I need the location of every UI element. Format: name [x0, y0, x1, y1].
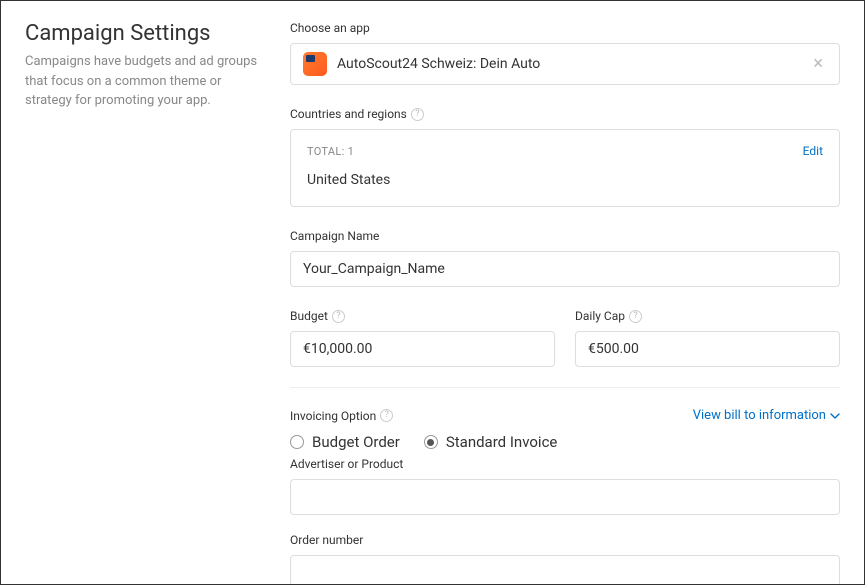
app-name: AutoScout24 Schweiz: Dein Auto [337, 56, 799, 72]
chevron-down-icon [830, 413, 840, 419]
view-bill-text: View bill to information [693, 408, 826, 423]
budget-label-text: Budget [290, 309, 328, 323]
countries-header: TOTAL: 1 Edit [307, 144, 823, 158]
countries-box: TOTAL: 1 Edit United States [290, 129, 840, 207]
invoicing-label: Invoicing Option ? [290, 409, 393, 423]
divider [290, 387, 840, 388]
radio-icon [424, 435, 438, 449]
countries-total: TOTAL: 1 [307, 145, 354, 158]
app-selector[interactable]: AutoScout24 Schweiz: Dein Auto × [290, 43, 840, 85]
edit-countries-link[interactable]: Edit [803, 144, 823, 158]
page-title: Campaign Settings [25, 21, 270, 46]
order-number-label: Order number [290, 533, 840, 547]
radio-icon [290, 435, 304, 449]
choose-app-label-text: Choose an app [290, 21, 370, 35]
help-icon[interactable]: ? [411, 108, 424, 121]
daily-cap-label-text: Daily Cap [575, 309, 625, 323]
app-icon [303, 52, 327, 76]
choose-app-label: Choose an app [290, 21, 840, 35]
order-number-block: Order number [290, 533, 840, 585]
order-number-input[interactable] [290, 555, 840, 585]
countries-label-text: Countries and regions [290, 107, 407, 121]
standard-invoice-radio[interactable]: Standard Invoice [424, 433, 558, 451]
invoicing-header: Invoicing Option ? View bill to informat… [290, 408, 840, 423]
campaign-name-label-text: Campaign Name [290, 229, 379, 243]
countries-label: Countries and regions ? [290, 107, 840, 121]
budget-order-radio[interactable]: Budget Order [290, 433, 400, 451]
help-icon[interactable]: ? [380, 409, 393, 422]
campaign-name-label: Campaign Name [290, 229, 840, 243]
budget-order-label: Budget Order [312, 433, 400, 451]
clear-app-icon[interactable]: × [809, 55, 827, 73]
budget-col: Budget ? [290, 309, 555, 367]
standard-invoice-label: Standard Invoice [446, 433, 558, 451]
right-column: Choose an app AutoScout24 Schweiz: Dein … [290, 21, 840, 564]
view-bill-link[interactable]: View bill to information [693, 408, 840, 423]
country-value: United States [307, 172, 823, 188]
campaign-name-block: Campaign Name [290, 229, 840, 287]
invoicing-label-text: Invoicing Option [290, 409, 376, 423]
advertiser-input[interactable] [290, 479, 840, 515]
help-icon[interactable]: ? [332, 310, 345, 323]
page-description: Campaigns have budgets and ad groups tha… [25, 52, 270, 111]
daily-cap-label: Daily Cap ? [575, 309, 840, 323]
help-icon[interactable]: ? [629, 310, 642, 323]
campaign-name-input[interactable] [290, 251, 840, 287]
budget-label: Budget ? [290, 309, 555, 323]
advertiser-block: Advertiser or Product [290, 457, 840, 515]
budget-input[interactable] [290, 331, 555, 367]
budget-row: Budget ? Daily Cap ? [290, 309, 840, 367]
left-column: Campaign Settings Campaigns have budgets… [25, 21, 290, 564]
invoicing-radio-row: Budget Order Standard Invoice [290, 433, 840, 451]
daily-cap-col: Daily Cap ? [575, 309, 840, 367]
campaign-settings-panel: Campaign Settings Campaigns have budgets… [0, 0, 865, 585]
advertiser-label: Advertiser or Product [290, 457, 840, 471]
daily-cap-input[interactable] [575, 331, 840, 367]
